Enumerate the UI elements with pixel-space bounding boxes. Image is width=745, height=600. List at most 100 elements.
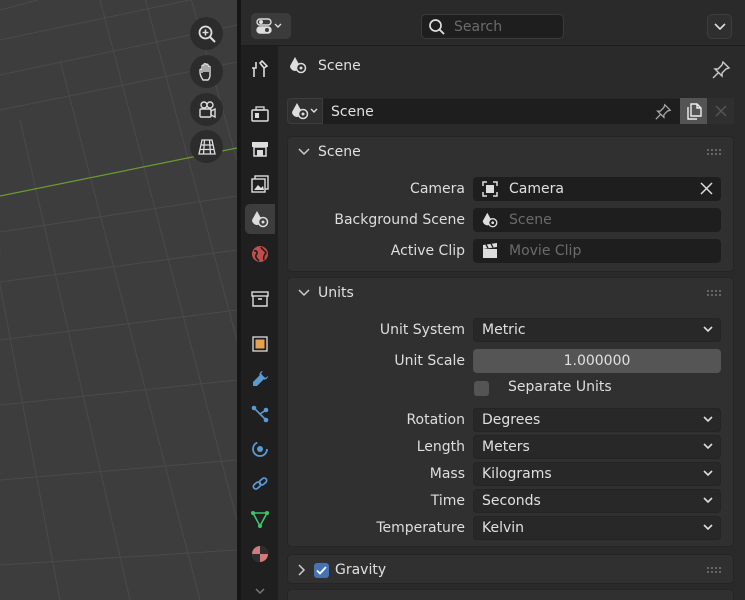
tab-world[interactable] [245, 239, 275, 269]
camera-view-button[interactable] [190, 93, 223, 126]
unlink-scene-button[interactable] [707, 98, 734, 124]
chevron-down-icon [703, 524, 713, 531]
unit-scale-field[interactable]: 1.000000 [473, 349, 721, 373]
active-clip-row: Active Clip Movie Clip [288, 239, 735, 265]
editor-type-button[interactable] [251, 13, 291, 39]
tab-object[interactable] [245, 329, 275, 359]
view-layer-icon [251, 175, 269, 193]
material-icon [252, 546, 268, 562]
temperature-dropdown[interactable]: Kelvin [473, 516, 721, 540]
camera-view-icon [198, 100, 216, 118]
mesh-data-icon [251, 511, 269, 528]
tab-scroll-down[interactable] [245, 576, 275, 600]
drag-handle-icon[interactable] [707, 567, 721, 573]
chevron-down-icon [703, 470, 713, 477]
tab-data[interactable] [245, 504, 275, 534]
gravity-panel-header[interactable]: Gravity [288, 555, 733, 585]
tab-scene[interactable] [245, 204, 275, 234]
zoom-button[interactable] [190, 17, 223, 50]
header-options-dropdown[interactable] [707, 14, 732, 39]
movie-clip-icon [483, 243, 497, 258]
tab-output[interactable] [245, 134, 275, 164]
tab-physics[interactable] [245, 434, 275, 464]
background-scene-label: Background Scene [334, 212, 465, 228]
rotation-row: Rotation Degrees [288, 408, 735, 434]
tool-icon [252, 59, 269, 77]
time-label: Time [430, 493, 465, 509]
time-dropdown[interactable]: Seconds [473, 489, 721, 513]
tab-constraints[interactable] [245, 469, 275, 499]
context-path: Scene [278, 52, 745, 80]
properties-tabs [241, 46, 278, 600]
drag-handle-icon[interactable] [707, 149, 721, 155]
chevron-down-icon [703, 443, 713, 450]
new-scene-button[interactable] [680, 98, 707, 124]
viewport-grid [0, 0, 237, 600]
background-scene-row: Background Scene Scene [288, 208, 735, 234]
search-field[interactable]: Search [421, 14, 564, 39]
time-row: Time Seconds [288, 489, 735, 515]
camera-object-icon [482, 181, 498, 197]
tab-collection[interactable] [245, 284, 275, 314]
scene-icon [290, 57, 307, 74]
pin-icon[interactable] [711, 60, 731, 80]
search-icon [429, 18, 445, 35]
unit-system-value: Metric [482, 322, 526, 338]
mass-dropdown[interactable]: Kilograms [473, 462, 721, 486]
camera-value: Camera [509, 181, 564, 197]
units-panel: Units Unit System Metric Unit Scale 1.00… [287, 277, 734, 547]
tab-modifiers[interactable] [245, 364, 275, 394]
mass-value: Kilograms [482, 466, 552, 482]
unit-scale-label: Unit Scale [394, 353, 465, 369]
duplicate-icon [686, 103, 702, 120]
unit-system-dropdown[interactable]: Metric [473, 318, 721, 342]
length-label: Length [416, 439, 465, 455]
tab-view-layer[interactable] [245, 169, 275, 199]
time-value: Seconds [482, 493, 541, 509]
separate-units-row: Separate Units [288, 376, 735, 402]
scene-browse-button[interactable] [287, 98, 323, 124]
tab-particles[interactable] [245, 399, 275, 429]
scene-name-field[interactable]: Scene [323, 98, 680, 124]
world-icon [252, 246, 268, 262]
fake-user-pin-icon[interactable] [654, 103, 672, 121]
pan-button[interactable] [190, 55, 223, 88]
close-icon [714, 105, 727, 117]
background-scene-field[interactable]: Scene [473, 208, 721, 232]
length-dropdown[interactable]: Meters [473, 435, 721, 459]
context-title: Scene [318, 58, 361, 74]
3d-viewport[interactable] [0, 0, 237, 600]
separate-units-label: Separate Units [508, 379, 612, 395]
unit-system-row: Unit System Metric [288, 318, 735, 344]
physics-icon [252, 441, 268, 457]
scene-panel-title: Scene [318, 144, 361, 160]
tab-render[interactable] [245, 99, 275, 129]
drag-handle-icon[interactable] [707, 290, 721, 296]
perspective-toggle-button[interactable] [190, 130, 223, 163]
active-clip-label: Active Clip [390, 243, 465, 259]
separate-units-checkbox[interactable] [474, 381, 489, 396]
tab-tool[interactable] [245, 54, 275, 84]
active-clip-field[interactable]: Movie Clip [473, 239, 721, 263]
gravity-checkbox[interactable] [314, 562, 329, 578]
clear-camera-icon[interactable] [700, 182, 713, 195]
units-panel-header[interactable]: Units [288, 278, 733, 308]
next-panel-peek[interactable] [287, 589, 734, 600]
particles-icon [251, 405, 269, 423]
render-icon [251, 106, 269, 122]
unit-scale-value: 1.000000 [563, 353, 631, 369]
properties-content: Scene Scene Scene Camera Camera Backgrou… [278, 46, 745, 600]
scene-panel-header[interactable]: Scene [288, 137, 733, 167]
camera-field[interactable]: Camera [473, 177, 721, 201]
chevron-down-icon [255, 588, 265, 595]
length-value: Meters [482, 439, 530, 455]
properties-editor-icon [256, 18, 282, 34]
rotation-label: Rotation [406, 412, 465, 428]
mass-row: Mass Kilograms [288, 462, 735, 488]
rotation-dropdown[interactable]: Degrees [473, 408, 721, 432]
temperature-label: Temperature [376, 520, 465, 536]
camera-row: Camera Camera [288, 177, 735, 203]
checkmark-icon [316, 565, 327, 575]
hand-icon [198, 62, 211, 81]
tab-material[interactable] [245, 539, 275, 569]
